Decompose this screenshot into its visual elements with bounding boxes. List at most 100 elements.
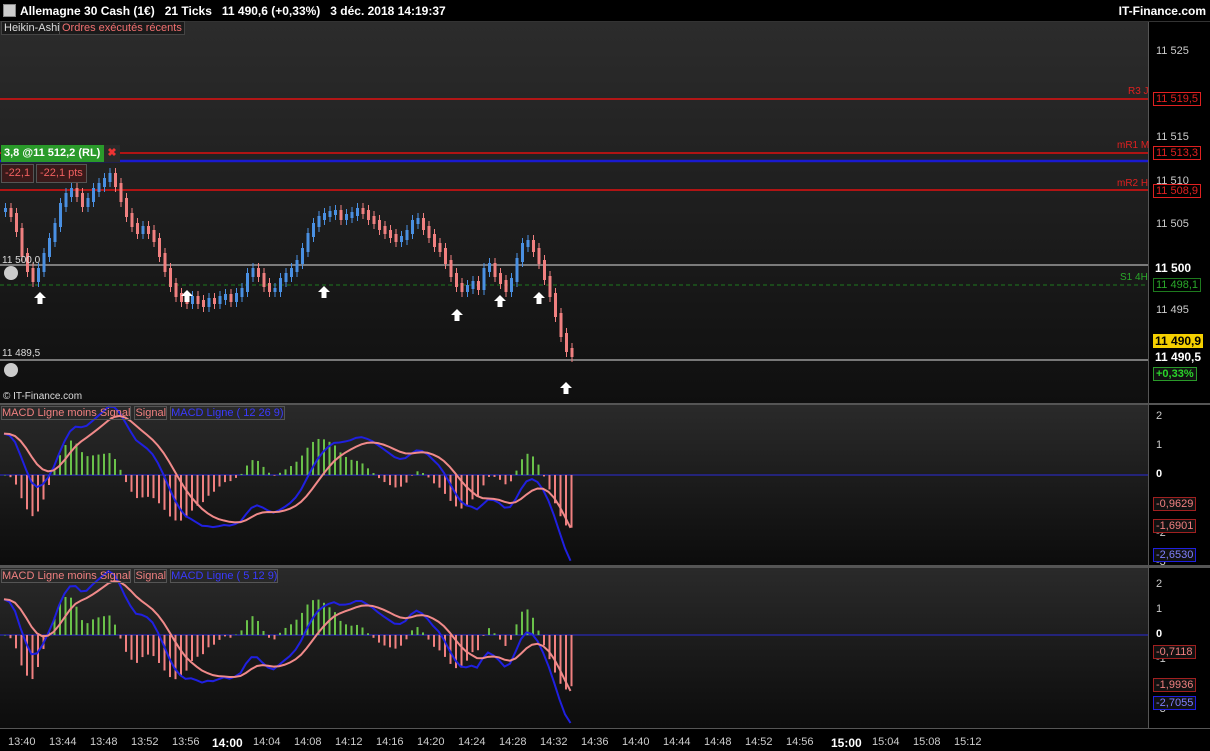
histogram-bar [136,475,138,498]
histogram-bar [142,475,144,497]
histogram-bar [450,475,452,501]
histogram-bar [202,635,204,654]
level-label-b: 11 489,5 [2,348,40,359]
histogram-bar [219,475,221,487]
mr2-value: 11 508,9 [1153,184,1201,198]
tab-recent-orders[interactable]: Ordres exécutés récents [59,21,185,35]
candle-body [318,216,321,227]
candle-body [268,283,271,292]
histogram-bar [417,471,419,475]
candle-body [488,263,491,272]
histogram-bar [21,475,23,498]
histogram-bar [208,635,210,647]
candle-body [147,226,150,234]
histogram-bar [538,465,540,475]
tab-heikin-ashi[interactable]: Heikin-Ashi [1,21,63,35]
candle-body [48,238,51,257]
histogram-bar [197,475,199,506]
change-badge: +0,33% [1153,367,1197,381]
candle-body [219,296,222,304]
time-tick: 14:04 [253,736,281,748]
candle-body [554,293,557,317]
histogram-bar [70,441,72,475]
candle-body [323,213,326,220]
histogram-bar [213,635,215,645]
candle-body [109,173,112,182]
candle-body [351,212,354,218]
candle-body [153,230,156,242]
candle-body [136,223,139,234]
time-tick: 14:48 [704,736,732,748]
macd2-signal-value: -1,9936 [1153,678,1196,692]
histogram-bar [279,633,281,635]
candle-body [15,213,18,232]
time-tick: 14:08 [294,736,322,748]
price-tick: 11 495 [1156,304,1189,316]
time-tick: 13:56 [172,736,200,748]
histogram-bar [301,456,303,475]
time-tick: 14:36 [581,736,609,748]
histogram-bar [290,466,292,475]
candle-body [76,188,79,197]
candle-body [98,183,101,192]
candle-body [10,208,13,217]
candle-body [279,278,282,292]
alert-bell-icon[interactable] [4,266,18,280]
candle-body [65,193,68,207]
position-label: 3,8 @11 512,2 (RL) [4,147,100,159]
candle-body [131,213,134,227]
histogram-bar [10,635,12,638]
time-tick: 13:44 [49,736,77,748]
histogram-bar [241,630,243,635]
histogram-bar [428,635,430,640]
histogram-bar [433,475,435,483]
histogram-bar [439,475,441,488]
candle-body [411,220,414,234]
time-tick: 15:04 [872,736,900,748]
histogram-bar [147,635,149,655]
candle-body [142,226,145,234]
position-box[interactable]: 3,8 @11 512,2 (RL) [1,145,106,162]
time-tick: 14:12 [335,736,363,748]
histogram-bar [81,620,83,635]
histogram-bar [70,598,72,635]
time-tick: 14:24 [458,736,486,748]
candle-body [54,223,57,242]
histogram-bar [125,635,127,652]
histogram-bar [81,452,83,475]
candle-body [290,268,293,277]
histogram-bar [296,462,298,475]
candle-body [340,210,343,220]
close-position-icon[interactable]: ✖ [104,145,120,162]
histogram-bar [532,456,534,475]
time-tick: 14:28 [499,736,527,748]
histogram-bar [510,475,512,481]
alert-bell-icon[interactable] [4,363,18,377]
candle-body [422,218,425,230]
macd1-line-value: -2,6530 [1153,548,1196,562]
histogram-bar [373,635,375,638]
candle-body [439,243,442,252]
s1-value: 11 498,1 [1153,278,1201,292]
histogram-bar [483,475,485,485]
histogram-bar [345,457,347,475]
histogram-bar [554,635,556,673]
macd1-hist-value: -0,9629 [1153,497,1196,511]
histogram-bar [395,475,397,487]
candle-body [406,230,409,240]
candle-body [527,240,530,247]
candle-body [92,188,95,202]
histogram-bar [180,635,182,676]
candle-body [373,216,376,224]
macd-line [4,571,571,723]
histogram-bar [384,635,386,645]
candle-body [307,233,310,252]
candle-body [521,243,524,262]
candle-body [538,248,541,264]
histogram-bar [98,455,100,475]
macd2-legend: MACD Ligne moins Signal Signal MACD Lign… [1,570,278,582]
candle-body [543,260,546,280]
histogram-bar [241,474,243,475]
histogram-bar [114,459,116,475]
histogram-bar [406,635,408,639]
